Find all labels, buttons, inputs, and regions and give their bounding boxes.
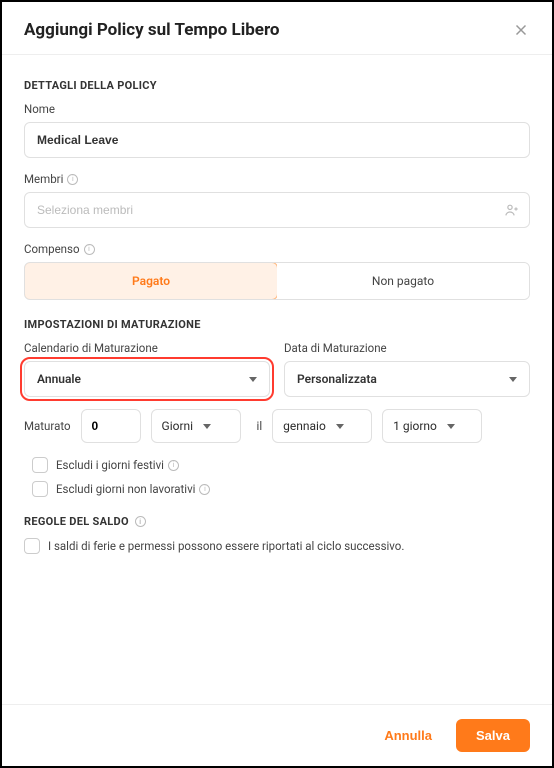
divider (2, 54, 552, 55)
compensation-label-text: Compenso (24, 242, 80, 256)
section-policy-details: DETTAGLI DELLA POLICY (24, 79, 530, 92)
carryover-checkbox[interactable] (24, 538, 40, 554)
accrued-amount-input[interactable] (81, 409, 141, 443)
exclude-nonworking-label: Escludi giorni non lavorativi i (56, 482, 210, 496)
balance-rules-text: REGOLE DEL SALDO (24, 515, 129, 528)
exclude-holidays-label: Escludi i giorni festivi i (56, 458, 179, 472)
section-accrual-settings: IMPOSTAZIONI DI MATURAZIONE (24, 318, 530, 331)
chevron-down-icon (203, 424, 211, 429)
accrued-label: Maturato (24, 419, 71, 433)
day-value: 1 giorno (393, 419, 437, 433)
info-icon[interactable]: i (168, 460, 179, 471)
accrual-schedule-value: Annuale (37, 372, 81, 386)
chevron-down-icon (447, 424, 455, 429)
day-select[interactable]: 1 giorno (382, 409, 482, 443)
compensation-segmented: Pagato Non pagato (24, 262, 530, 300)
section-balance-rules: REGOLE DEL SALDO i (24, 515, 530, 528)
name-label: Nome (24, 102, 530, 116)
segment-paid[interactable]: Pagato (24, 262, 278, 300)
close-icon[interactable] (512, 21, 530, 39)
members-input[interactable] (24, 192, 530, 228)
info-icon[interactable]: i (135, 516, 146, 527)
accrual-schedule-label: Calendario di Maturazione (24, 341, 270, 355)
members-label: Membri i (24, 172, 530, 186)
dialog-header: Aggiungi Policy sul Tempo Libero (2, 2, 552, 54)
info-icon[interactable]: i (67, 174, 78, 185)
month-value: gennaio (283, 419, 326, 433)
exclude-holidays-checkbox[interactable] (32, 457, 48, 473)
info-icon[interactable]: i (199, 484, 210, 495)
compensation-label: Compenso i (24, 242, 530, 256)
members-input-wrapper (24, 192, 530, 228)
dialog-footer: Annulla Salva (2, 704, 552, 766)
segment-unpaid[interactable]: Non pagato (277, 263, 529, 299)
accrual-date-label: Data di Maturazione (284, 341, 530, 355)
exclude-nonworking-text: Escludi giorni non lavorativi (56, 482, 195, 496)
dialog-title: Aggiungi Policy sul Tempo Libero (24, 20, 280, 40)
exclude-holidays-text: Escludi i giorni festivi (56, 458, 164, 472)
cancel-button[interactable]: Annulla (372, 720, 444, 751)
chevron-down-icon (509, 377, 517, 382)
on-label: il (257, 419, 263, 433)
dialog-content: DETTAGLI DELLA POLICY Nome Membri i Comp… (2, 67, 552, 704)
accrual-date-value: Personalizzata (297, 372, 377, 386)
accrual-schedule-select[interactable]: Annuale (24, 361, 270, 397)
add-user-icon[interactable] (504, 202, 520, 218)
accrued-unit-select[interactable]: Giorni (151, 409, 241, 443)
members-label-text: Membri (24, 172, 63, 186)
accrued-unit-value: Giorni (162, 419, 194, 433)
carryover-label: I saldi di ferie e permessi possono esse… (48, 539, 404, 553)
chevron-down-icon (249, 377, 257, 382)
accrual-date-select[interactable]: Personalizzata (284, 361, 530, 397)
chevron-down-icon (336, 424, 344, 429)
exclude-nonworking-checkbox[interactable] (32, 481, 48, 497)
month-select[interactable]: gennaio (272, 409, 372, 443)
save-button[interactable]: Salva (456, 719, 530, 752)
info-icon[interactable]: i (84, 244, 95, 255)
name-input[interactable] (24, 122, 530, 158)
